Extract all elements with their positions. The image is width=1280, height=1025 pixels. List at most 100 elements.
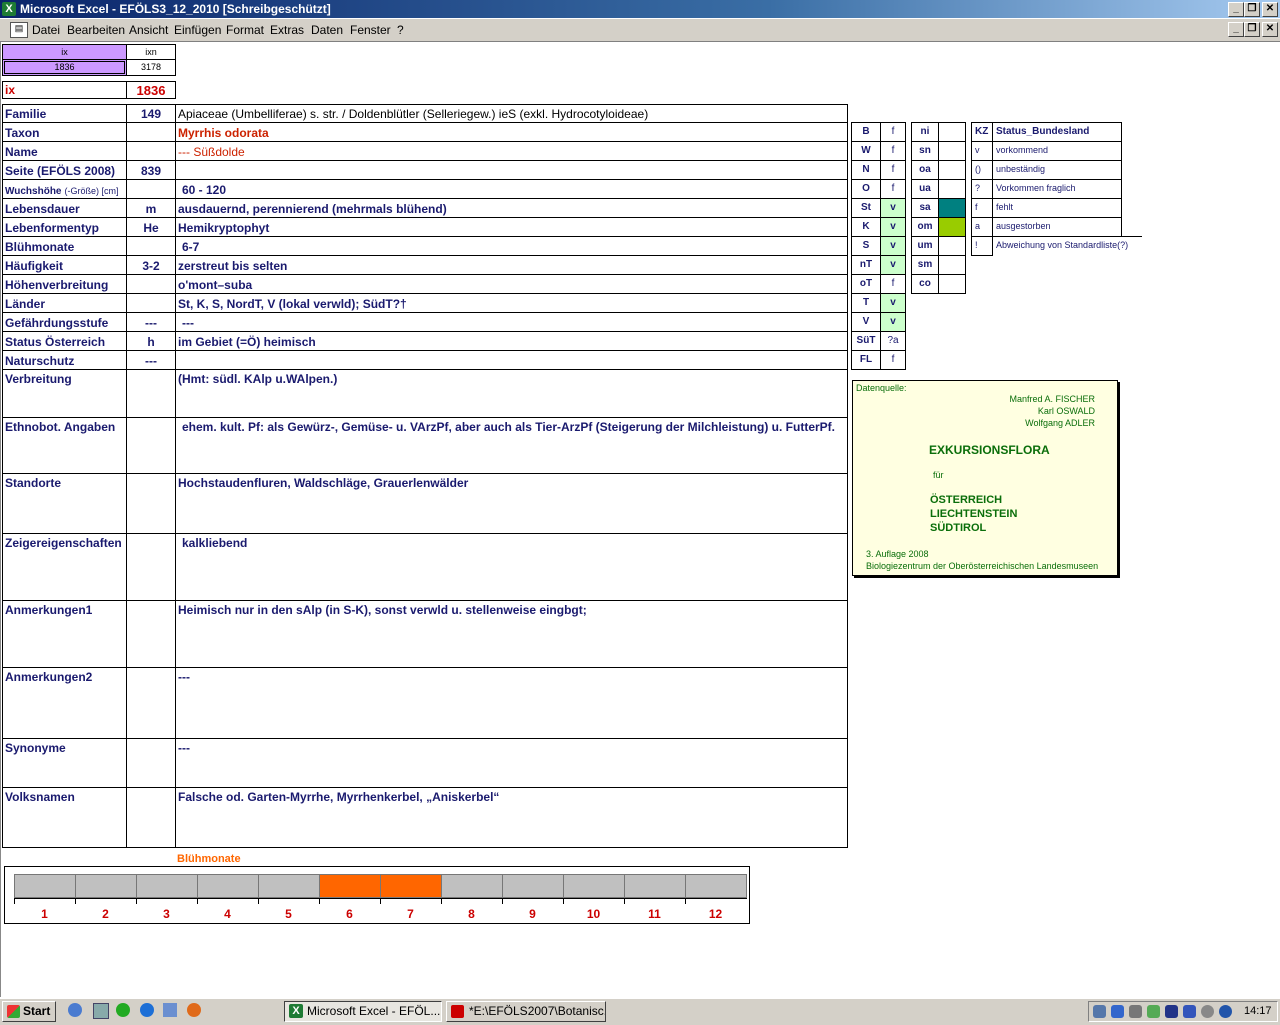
row-label[interactable]: Anmerkungen2 [2,667,127,739]
state-status[interactable]: f [880,179,906,199]
legend-code[interactable]: f [971,198,993,218]
state-code[interactable]: oT [851,274,881,294]
state-code[interactable]: N [851,160,881,180]
row-label[interactable]: Seite (EFÖLS 2008) [2,160,127,180]
row-label[interactable]: Länder [2,293,127,313]
row-label[interactable]: Standorte [2,473,127,534]
row-value[interactable]: Heimisch nur in den sAlp (in S-K), sonst… [175,600,848,668]
row-value[interactable]: Apiaceae (Umbelliferae) s. str. / Dolden… [175,104,848,123]
row-code[interactable] [126,293,176,313]
zone-code[interactable]: sn [911,141,939,161]
row-label[interactable]: Gefährdungsstufe [2,312,127,332]
close-button[interactable]: ✕ [1262,2,1278,17]
row-label[interactable]: Lebenformentyp [2,217,127,237]
row-code[interactable] [126,179,176,199]
maximize-button[interactable]: ❐ [1244,2,1260,17]
legend-label[interactable]: fehlt [992,198,1122,218]
row-value[interactable]: Hemikryptophyt [175,217,848,237]
network-icon[interactable] [1093,1005,1106,1018]
row-code[interactable]: 3-2 [126,255,176,275]
zone-code[interactable]: sm [911,255,939,275]
state-code[interactable]: FL [851,350,881,370]
row-code[interactable]: m [126,198,176,218]
state-code[interactable]: nT [851,255,881,275]
row-value[interactable]: --- [175,667,848,739]
legend-code[interactable]: () [971,160,993,180]
row-value[interactable]: ausdauernd, perennierend (mehrmals blühe… [175,198,848,218]
row-value[interactable]: Hochstaudenfluren, Waldschläge, Grauerle… [175,473,848,534]
doc-close-button[interactable]: ✕ [1262,22,1278,37]
update-icon[interactable] [1201,1005,1214,1018]
row-code[interactable] [126,787,176,848]
state-status[interactable]: f [880,350,906,370]
zone-value[interactable] [938,141,966,161]
state-code[interactable]: St [851,198,881,218]
state-code[interactable]: S [851,236,881,256]
row-value[interactable]: (Hmt: südl. KAlp u.WAlpen.) [175,369,848,418]
outlook-icon[interactable] [163,1003,177,1017]
ix-big-label[interactable]: ix [2,81,127,99]
zone-value[interactable] [938,160,966,180]
row-label[interactable]: Höhenverbreitung [2,274,127,294]
explorer-icon[interactable] [93,1003,109,1019]
row-label[interactable]: Taxon [2,122,127,142]
info-icon[interactable] [1219,1005,1232,1018]
state-status[interactable]: f [880,122,906,142]
ix-big-value[interactable]: 1836 [126,81,176,99]
row-value[interactable] [175,350,848,370]
legend-header-code[interactable]: KZ [971,122,993,142]
firefox-icon[interactable] [187,1003,201,1017]
ix-header-cell[interactable]: ix [2,44,127,60]
row-code[interactable] [126,122,176,142]
row-label[interactable]: Verbreitung [2,369,127,418]
zone-code[interactable]: um [911,236,939,256]
shield-icon[interactable] [1165,1005,1178,1018]
zone-value[interactable] [938,179,966,199]
state-code[interactable]: V [851,312,881,332]
row-label[interactable]: Name [2,141,127,161]
legend-code[interactable]: v [971,141,993,161]
menu-help[interactable]: ? [397,23,404,37]
media-player-icon[interactable] [116,1003,130,1017]
state-status[interactable]: v [880,198,906,218]
row-value[interactable]: ehem. kult. Pf: als Gewürz-, Gemüse- u. … [175,417,848,474]
row-code[interactable] [126,236,176,256]
row-label[interactable]: Lebensdauer [2,198,127,218]
menu-extras[interactable]: Extras [270,23,304,37]
zone-code[interactable]: ni [911,122,939,142]
workbook-icon[interactable]: ▤ [10,22,28,38]
zone-value[interactable] [938,122,966,142]
menu-format[interactable]: Format [226,23,264,37]
state-status[interactable]: f [880,160,906,180]
zone-value[interactable] [938,236,966,256]
menu-bearbeiten[interactable]: Bearbeiten [67,23,125,37]
row-label[interactable]: Naturschutz [2,350,127,370]
row-code[interactable]: 149 [126,104,176,123]
row-label[interactable]: Ethnobot. Angaben [2,417,127,474]
legend-label[interactable]: vorkommend [992,141,1122,161]
state-code[interactable]: T [851,293,881,313]
zone-code[interactable]: om [911,217,939,237]
doc-minimize-button[interactable]: _ [1228,22,1244,37]
row-code[interactable]: h [126,331,176,351]
minimize-button[interactable]: _ [1228,2,1244,17]
internet-explorer-icon[interactable] [140,1003,154,1017]
state-status[interactable]: ?a [880,331,906,351]
legend-code[interactable]: a [971,217,993,237]
row-code[interactable] [126,141,176,161]
row-code[interactable] [126,600,176,668]
doc-restore-button[interactable]: ❐ [1244,22,1260,37]
legend-header-label[interactable]: Status_Bundesland [992,122,1122,142]
row-label[interactable]: Anmerkungen1 [2,600,127,668]
zone-code[interactable]: ua [911,179,939,199]
row-value[interactable]: St, K, S, NordT, V (lokal verwld); SüdT?… [175,293,848,313]
row-value[interactable]: Myrrhis odorata [175,122,848,142]
row-code[interactable] [126,369,176,418]
legend-label[interactable]: Abweichung von Standardliste(?) [992,236,1142,256]
row-label[interactable]: Status Österreich [2,331,127,351]
row-code[interactable] [126,738,176,788]
menu-ansicht[interactable]: Ansicht [129,23,168,37]
state-status[interactable]: f [880,274,906,294]
zone-value[interactable] [938,217,966,237]
row-label[interactable]: Häufigkeit [2,255,127,275]
